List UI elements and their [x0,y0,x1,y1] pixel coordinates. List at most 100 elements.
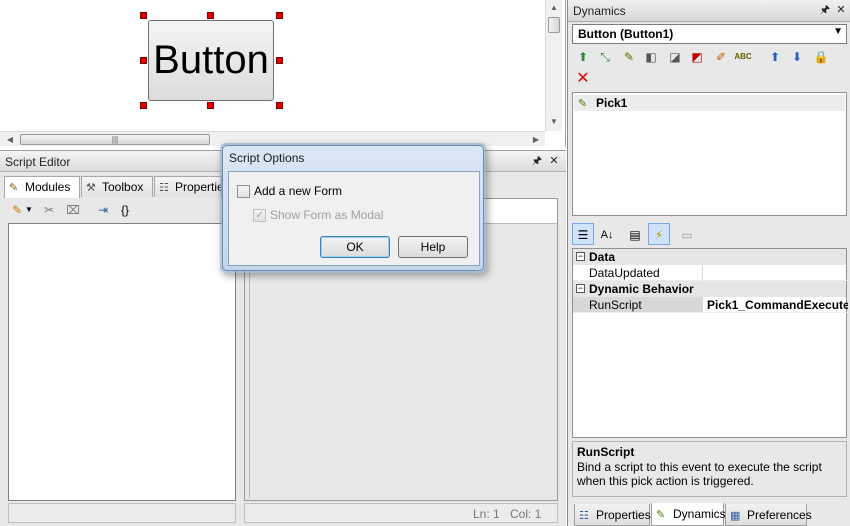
script-options-dialog: Script Options Add a new Form ✓ Show For… [222,145,484,271]
resize-handle-bottom-center[interactable] [207,102,214,109]
resize-handle-middle-right[interactable] [276,57,283,64]
property-grid[interactable]: − Data DataUpdated − Dynamic Behavior Ru… [572,248,848,438]
scroll-right-arrow-icon[interactable]: ▶ [528,132,544,147]
add-action-icon[interactable]: ⬆ [574,48,592,66]
editor-status-bar: Ln: 1 Col: 1 [244,503,558,523]
vertical-scroll-thumb[interactable] [548,17,560,33]
chevron-down-icon: ▼ [833,26,843,37]
vertical-scrollbar[interactable]: ▲ ▼ [545,0,562,131]
properties-icon: ☷ [159,182,169,194]
color-action-icon[interactable]: ✐ [712,48,730,66]
button-preview-caption: Button [153,38,269,82]
tab-label: Properties [596,508,651,522]
column-indicator: Col: 1 [510,507,542,521]
rotate-action-icon[interactable]: ◩ [688,48,706,66]
property-row-dataupdated[interactable]: DataUpdated [573,265,848,281]
help-button[interactable]: Help [398,236,468,258]
delete-action-icon[interactable]: ✕ [574,70,592,88]
description-text: Bind a script to this event to execute t… [577,460,822,488]
tab-label: Toolbox [102,180,144,194]
resize-handle-top-left[interactable] [140,12,147,19]
list-item[interactable]: ✎ Pick1 [574,95,845,111]
scroll-up-arrow-icon[interactable]: ▲ [546,0,562,16]
braces-icon[interactable]: {} [116,201,134,219]
pin-icon[interactable]: 🖈 [530,154,544,168]
resize-handle-top-right[interactable] [276,12,283,19]
category-label: Data [589,250,616,264]
property-name: DataUpdated [573,265,703,281]
dynamics-toolbar: ⬆ ⤡ ✎ ◧ ◪ ◩ ✐ ABC ⬆ ⬇ 🔒 ✕ [572,48,847,88]
category-data[interactable]: − Data [573,249,846,265]
resize-handle-bottom-left[interactable] [140,102,147,109]
tab-label: Modules [25,180,71,194]
category-label: Dynamic Behavior [589,282,694,296]
chevron-down-icon[interactable]: ▼ [24,201,34,219]
rename-module-icon[interactable]: ⌧ [64,201,82,219]
designer-canvas[interactable]: Button ▲ ▼ ◀ ||| ▶ [0,0,566,147]
delete-module-icon[interactable]: ✂ [40,201,58,219]
move-action-icon[interactable]: ⤡ [596,48,614,66]
module-list-status [8,503,236,523]
category-dynamic-behavior[interactable]: − Dynamic Behavior [573,281,846,297]
dynamics-icon: ✎ [656,509,666,521]
scroll-down-arrow-icon[interactable]: ▼ [546,114,562,130]
tab-properties[interactable]: ☷ Properties [574,504,651,526]
add-form-label[interactable]: Add a new Form [254,184,342,198]
collapse-icon[interactable]: − [576,252,585,261]
close-icon[interactable]: ✕ [547,154,561,168]
move-up-icon[interactable]: ⬆ [766,48,784,66]
scroll-left-arrow-icon[interactable]: ◀ [2,132,18,147]
ok-button[interactable]: OK [320,236,390,258]
add-form-checkbox[interactable] [237,185,250,198]
dialog-title: Script Options [229,151,305,165]
horizontal-scroll-thumb[interactable]: ||| [20,134,210,145]
pin-icon[interactable]: 🖈 [818,3,832,17]
collapse-icon[interactable]: − [576,284,585,293]
property-row-runscript[interactable]: RunScript Pick1_CommandExecuted [573,297,848,313]
dynamics-title: Dynamics [573,4,626,18]
dynamics-action-list[interactable]: ✎ Pick1 [572,92,847,216]
dynamics-title-bar: Dynamics 🖈 ✕ [568,0,850,22]
description-title: RunScript [577,445,635,459]
close-icon[interactable]: ✕ [834,3,848,17]
module-list[interactable] [8,223,236,501]
property-description: RunScript Bind a script to this event to… [572,441,847,497]
show-modal-checkbox[interactable]: ✓ [253,209,266,222]
resize-handle-bottom-right[interactable] [276,102,283,109]
tab-label: Preferences [747,508,812,522]
object-selector[interactable]: Button (Button1) ▼ [572,24,847,44]
selected-object: Button (Button1) [578,27,674,41]
pick-action-icon: ✎ [578,98,588,110]
events-icon[interactable]: ⚡ [648,223,670,245]
modules-icon: ✎ [9,182,19,194]
tab-properties[interactable]: ☷ Properties [154,176,222,197]
line-indicator: Ln: 1 [473,507,500,521]
toolbox-icon: ⚒ [86,182,96,194]
tab-preferences[interactable]: ▦ Preferences [725,504,812,526]
property-pages-icon[interactable]: ▤ [624,223,646,245]
resize-handle-top-center[interactable] [207,12,214,19]
text-action-icon[interactable]: ABC [734,48,752,66]
tab-modules[interactable]: ✎ Modules [4,176,80,198]
insert-event-icon[interactable]: ⇥ [94,201,112,219]
resize-handle-middle-left[interactable] [140,57,147,64]
button-preview[interactable]: Button [148,20,274,101]
size-action-icon[interactable]: ◪ [666,48,684,66]
move-down-icon[interactable]: ⬇ [788,48,806,66]
description-toggle-icon[interactable]: ▭ [676,223,698,245]
properties-icon: ☷ [579,510,589,522]
show-modal-label[interactable]: Show Form as Modal [270,208,383,222]
sort-alphabetical-icon[interactable]: A↓ [596,223,618,245]
tab-toolbox[interactable]: ⚒ Toolbox [81,176,153,197]
lock-icon[interactable]: 🔒 [812,48,830,66]
fill-action-icon[interactable]: ◧ [642,48,660,66]
property-value[interactable]: Pick1_CommandExecuted [704,297,848,313]
property-grid-toolbar: ☰ A↓ ▤ ⚡ ▭ [572,222,847,246]
property-value[interactable] [704,265,848,281]
dialog-body: Add a new Form ✓ Show Form as Modal OK H… [228,171,480,266]
pick-action-icon[interactable]: ✎ [620,48,638,66]
tab-label: Properties [175,180,221,194]
tab-dynamics[interactable]: ✎ Dynamics [651,503,726,526]
categorized-view-icon[interactable]: ☰ [572,223,594,245]
tab-label: Dynamics [673,507,726,521]
